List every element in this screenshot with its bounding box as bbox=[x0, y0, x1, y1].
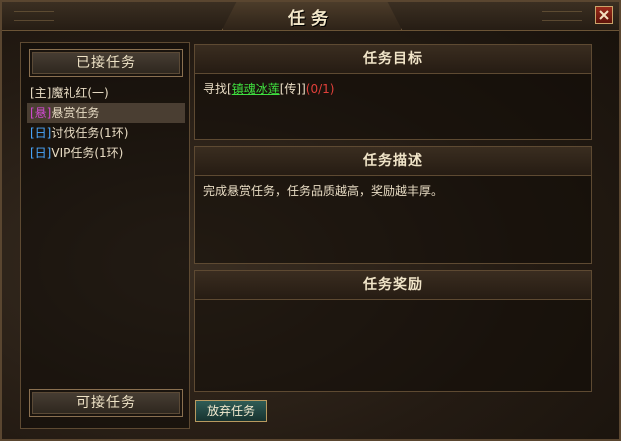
quest-type-tag: [日] bbox=[30, 146, 52, 160]
quest-goal-heading: 任务目标 bbox=[195, 45, 591, 74]
quest-reward-section: 任务奖励 bbox=[194, 270, 592, 392]
quest-window: 任务 已接任务 [主]魔礼红(一) [悬]悬赏任务 [日]讨伐任务(1环) [日]VI… bbox=[0, 0, 621, 441]
quest-list-item[interactable]: [悬]悬赏任务 bbox=[27, 103, 185, 123]
goal-progress: 0/1 bbox=[310, 82, 330, 96]
quest-goal-body: 寻找[镇魂冰莲[传]](0/1) bbox=[195, 74, 591, 103]
goal-target-link[interactable]: 镇魂冰莲 bbox=[232, 82, 280, 96]
quest-list: [主]魔礼红(一) [悬]悬赏任务 [日]讨伐任务(1环) [日]VIP任务(1环) bbox=[27, 83, 185, 163]
quest-name: VIP任务(1环) bbox=[51, 146, 124, 160]
close-icon bbox=[599, 10, 609, 20]
title-bar[interactable]: 任务 bbox=[2, 2, 619, 31]
quest-list-item[interactable]: [主]魔礼红(一) bbox=[27, 83, 185, 103]
window-title: 任务 bbox=[288, 9, 334, 29]
quest-name: 魔礼红(一) bbox=[51, 86, 109, 100]
abandon-quest-button[interactable]: 放弃任务 bbox=[195, 400, 267, 422]
goal-suffix: [传]] bbox=[279, 82, 306, 96]
title-ornament-right bbox=[542, 11, 582, 21]
quest-reward-body bbox=[195, 300, 591, 312]
quest-list-item[interactable]: [日]VIP任务(1环) bbox=[27, 143, 185, 163]
close-button[interactable] bbox=[595, 6, 613, 24]
goal-prefix: 寻找[ bbox=[203, 82, 232, 96]
title-ornament-left bbox=[14, 11, 54, 21]
quest-list-item[interactable]: [日]讨伐任务(1环) bbox=[27, 123, 185, 143]
quest-description-heading: 任务描述 bbox=[195, 147, 591, 176]
available-quests-tab[interactable]: 可接任务 bbox=[29, 389, 183, 417]
goal-progress-close: ) bbox=[329, 82, 335, 96]
quest-reward-heading: 任务奖励 bbox=[195, 271, 591, 300]
quest-type-tag: [主] bbox=[30, 86, 52, 100]
quest-name: 讨伐任务(1环) bbox=[51, 126, 129, 140]
quest-description-section: 任务描述 完成悬赏任务，任务品质越高，奖励越丰厚。 bbox=[194, 146, 592, 264]
quest-description-text: 完成悬赏任务，任务品质越高，奖励越丰厚。 bbox=[203, 184, 444, 198]
quest-type-tag: [悬] bbox=[30, 106, 52, 120]
quest-type-tag: [日] bbox=[30, 126, 52, 140]
quest-goal-section: 任务目标 寻找[镇魂冰莲[传]](0/1) bbox=[194, 44, 592, 140]
quest-list-panel: 已接任务 [主]魔礼红(一) [悬]悬赏任务 [日]讨伐任务(1环) [日]VIP任务… bbox=[20, 42, 190, 429]
quest-name: 悬赏任务 bbox=[51, 106, 100, 120]
accepted-quests-tab[interactable]: 已接任务 bbox=[29, 49, 183, 77]
